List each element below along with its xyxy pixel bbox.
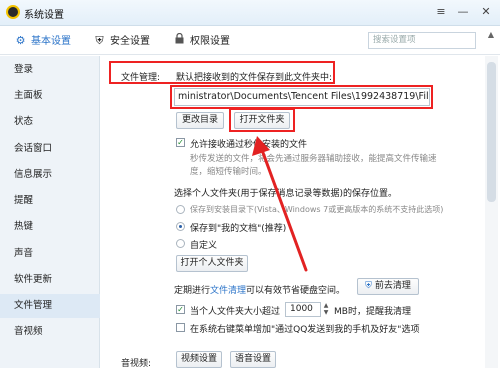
change-directory-button[interactable]: 更改目录 xyxy=(176,112,224,129)
radio-my-documents-label: 保存到"我的文档"(推荐) xyxy=(190,224,287,234)
size-limit-stepper[interactable]: ▲ ▼ xyxy=(322,302,330,317)
tab-basic-settings-label: 基本设置 xyxy=(31,36,71,47)
minimize-button[interactable]: — xyxy=(454,4,472,20)
av-section-label: 音视频: xyxy=(121,359,152,368)
sidebar-item-software-update[interactable]: 软件更新 xyxy=(0,268,100,292)
window-title: 系统设置 xyxy=(24,10,64,21)
gear-icon: ⚙ xyxy=(15,34,26,47)
radio-install-dir[interactable] xyxy=(176,205,185,214)
allow-upload-note-line1: 秒传发送的文件，将会先通过服务器辅助接收，能提高文件传输速 xyxy=(190,154,437,164)
radio-my-documents[interactable] xyxy=(176,222,185,231)
sidebar-item-chat-window[interactable]: 会话窗口 xyxy=(0,137,100,161)
cleanup-prefix: 定期进行 xyxy=(174,286,211,296)
go-cleanup-button[interactable]: ⛨ 前去清理 xyxy=(357,278,419,295)
size-limit-suffix: MB时，提醒我清理 xyxy=(334,307,411,317)
file-cleanup-link[interactable]: 文件清理 xyxy=(210,286,246,296)
settings-search-input[interactable]: 搜索设置项 xyxy=(368,32,476,49)
radio-custom-label: 自定义 xyxy=(190,241,218,251)
radio-install-dir-label: 保存到安装目录下(Vista、Windows 7或更高版本的系统不支持此选项) xyxy=(190,205,444,214)
cleanup-text: 定期进行文件清理可以有效节省硬盘空间。 xyxy=(174,283,345,296)
tab-security-settings-label: 安全设置 xyxy=(110,36,150,47)
tab-basic-settings[interactable]: ⚙ 基本设置 xyxy=(14,32,71,50)
sidebar-item-sound[interactable]: 声音 xyxy=(0,242,100,266)
voice-settings-button[interactable]: 语音设置 xyxy=(230,351,276,368)
context-menu-label: 在系统右键菜单增加"通过QQ发送到我的手机及好友"选项 xyxy=(190,325,420,335)
tab-permission-settings[interactable]: 权限设置 xyxy=(173,32,230,50)
shield-icon: ⛨ xyxy=(365,281,372,291)
cleanup-suffix: 可以有效节省硬盘空间。 xyxy=(246,286,346,296)
sidebar-item-login[interactable]: 登录 xyxy=(0,58,100,82)
highlight-box-path xyxy=(170,85,433,109)
qq-penguin-icon xyxy=(6,5,20,19)
sidebar-item-audio-video[interactable]: 音视频 xyxy=(0,320,100,344)
sidebar-item-main-panel[interactable]: 主面板 xyxy=(0,84,100,108)
lock-icon xyxy=(173,32,186,50)
shield-icon: ⛨ xyxy=(95,34,104,47)
tab-permission-settings-label: 权限设置 xyxy=(190,36,230,47)
context-menu-checkbox[interactable] xyxy=(176,323,185,332)
allow-upload-label: 允许接收通过秒传安装的文件 xyxy=(190,140,308,150)
highlight-box-open-folder xyxy=(229,108,295,132)
tab-security-settings[interactable]: ⛨ 安全设置 xyxy=(93,32,150,50)
sidebar-item-info-display[interactable]: 信息展示 xyxy=(0,163,100,187)
radio-custom[interactable] xyxy=(176,239,185,248)
allow-upload-checkbox[interactable]: ✓ xyxy=(176,138,185,147)
allow-upload-note-line2: 度，缩短传输时间。 xyxy=(190,167,267,177)
sidebar-item-hotkeys[interactable]: 热键 xyxy=(0,215,100,239)
go-cleanup-label: 前去清理 xyxy=(374,281,411,291)
highlight-box-label xyxy=(109,61,335,84)
title-bar: 系统设置 ≡ — ✕ xyxy=(0,0,500,26)
scrollbar-thumb[interactable] xyxy=(487,62,496,202)
size-limit-checkbox[interactable]: ✓ xyxy=(176,305,185,314)
size-limit-prefix: 当个人文件夹大小超过 xyxy=(190,307,281,317)
close-button[interactable]: ✕ xyxy=(477,4,495,20)
open-personal-folder-button[interactable]: 打开个人文件夹 xyxy=(176,255,248,272)
sidebar-item-file-management[interactable]: 文件管理 xyxy=(0,294,100,318)
video-settings-button[interactable]: 视频设置 xyxy=(176,351,222,368)
size-limit-input[interactable]: 1000 xyxy=(285,302,321,317)
menu-icon[interactable]: ≡ xyxy=(432,4,450,20)
sidebar-item-reminder[interactable]: 提醒 xyxy=(0,189,100,213)
personal-folder-heading: 选择个人文件夹(用于保存消息记录等数据)的保存位置。 xyxy=(174,189,398,199)
scroll-up-arrow-icon[interactable]: ▲ xyxy=(485,30,497,42)
sidebar-item-status[interactable]: 状态 xyxy=(0,110,100,134)
